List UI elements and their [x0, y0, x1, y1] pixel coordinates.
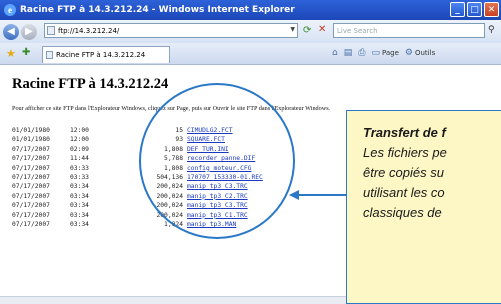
tab-active[interactable]: Racine FTP à 14.3.212.24 [42, 46, 170, 63]
back-button[interactable]: ◀ [3, 23, 19, 40]
home-icon[interactable]: ⌂ [332, 48, 338, 58]
chevron-down-icon[interactable]: ▼ [290, 26, 295, 33]
search-icon[interactable]: ⚲ [488, 25, 495, 35]
file-time: 03:34 [70, 183, 89, 191]
page-icon [46, 51, 53, 59]
file-date: 07/17/2007 [12, 192, 50, 200]
add-favorites-icon[interactable]: ✚ [22, 47, 30, 58]
tab-label: Racine FTP à 14.3.212.24 [56, 51, 146, 59]
file-time: 03:34 [70, 202, 89, 210]
status-bar [0, 296, 346, 304]
forward-arrow-icon: ▶ [25, 26, 33, 37]
tab-bar: ★ ✚ Racine FTP à 14.3.212.24 ⌂ ▤ ⎙ ▭ Pag… [0, 43, 501, 65]
address-input[interactable]: ftp://14.3.212.24/ ▼ [44, 23, 298, 38]
file-time: 03:34 [70, 220, 89, 228]
file-time: 12:00 [70, 127, 89, 134]
gear-icon: ⚙ [404, 48, 413, 58]
tools-menu-label: Outils [414, 49, 436, 57]
maximize-button[interactable]: □ [467, 2, 482, 17]
file-date: 07/17/2007 [12, 202, 50, 210]
window-title: Racine FTP à 14.3.212.24 - Windows Inter… [20, 5, 295, 15]
page-menu-label: Page [381, 49, 399, 57]
back-arrow-icon: ◀ [7, 26, 15, 37]
minimize-button[interactable]: _ [450, 2, 465, 17]
callout-line: utilisant les co [363, 185, 445, 200]
file-time: 11:44 [70, 155, 89, 163]
arrow-head [289, 190, 299, 200]
file-time: 03:34 [70, 192, 89, 200]
stop-icon[interactable]: ✕ [318, 24, 326, 35]
forward-button[interactable]: ▶ [21, 23, 37, 40]
file-date: 01/01/1980 [12, 136, 50, 144]
file-date: 07/17/2007 [12, 155, 50, 163]
callout-line: classiques de [363, 205, 442, 220]
callout-title: Transfert de f [363, 125, 446, 140]
file-date: 07/17/2007 [12, 183, 50, 191]
page-menu-icon: ▭ [371, 48, 380, 58]
navigation-bar: ◀ ▶ ftp://14.3.212.24/ ▼ ⟳ ✕ Live Search… [0, 20, 501, 43]
search-input[interactable]: Live Search [333, 23, 485, 38]
file-date: 07/17/2007 [12, 220, 50, 228]
file-time: 12:00 [70, 136, 89, 144]
page-title: Racine FTP à 14.3.212.24 [12, 76, 169, 92]
file-time: 03:33 [70, 164, 89, 172]
close-button[interactable]: ✕ [484, 2, 499, 17]
refresh-icon[interactable]: ⟳ [303, 25, 311, 36]
callout-line: être copiés su [363, 165, 444, 180]
zoom-highlight-circle [139, 83, 295, 239]
file-date: 01/01/1980 [12, 127, 50, 134]
minimize-icon: _ [455, 4, 460, 15]
search-placeholder: Live Search [337, 26, 378, 35]
address-url: ftp://14.3.212.24/ [58, 26, 120, 35]
command-bar: ⌂ ▤ ⎙ ▭ Page ⚙ Outils [332, 48, 435, 58]
file-time: 02:09 [70, 145, 89, 153]
favorites-star-icon[interactable]: ★ [6, 47, 16, 60]
file-date: 07/17/2007 [12, 145, 50, 153]
page-icon [47, 26, 55, 35]
callout-line: Les fichiers pe [363, 145, 447, 160]
feeds-icon[interactable]: ▤ [344, 48, 353, 58]
internet-explorer-icon: e [4, 4, 16, 16]
page-menu-button[interactable]: ▭ Page [371, 48, 398, 58]
callout-box: Transfert de f Les fichiers pe être copi… [346, 110, 501, 304]
file-date: 07/17/2007 [12, 211, 50, 219]
window-title-bar: e Racine FTP à 14.3.212.24 - Windows Int… [0, 0, 501, 20]
file-time: 03:34 [70, 211, 89, 219]
maximize-icon: □ [470, 4, 479, 15]
print-icon[interactable]: ⎙ [358, 48, 365, 58]
close-icon: ✕ [487, 4, 496, 15]
window-controls: _ □ ✕ [450, 2, 499, 17]
callout-arrow [289, 190, 347, 200]
file-date: 07/17/2007 [12, 173, 50, 181]
tools-menu-button[interactable]: ⚙ Outils [405, 48, 435, 58]
file-date: 07/17/2007 [12, 164, 50, 172]
file-time: 03:33 [70, 173, 89, 181]
